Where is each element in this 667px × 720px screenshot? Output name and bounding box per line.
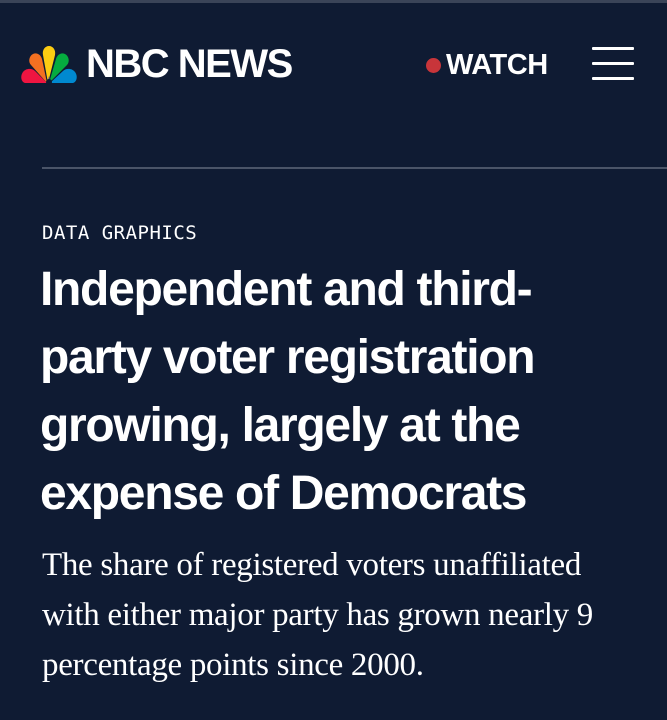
menu-bar-bottom xyxy=(592,77,634,80)
live-dot-icon xyxy=(426,58,441,73)
menu-bar-top xyxy=(592,47,634,50)
article-headline: Independent and third-party voter regist… xyxy=(40,263,536,520)
section-label[interactable]: DATA GRAPHICS xyxy=(42,222,197,244)
article-dek: The share of registered voters unaffilia… xyxy=(42,547,593,683)
hamburger-menu-icon[interactable] xyxy=(592,47,634,83)
watch-button[interactable]: WATCH xyxy=(426,51,548,80)
watch-label: WATCH xyxy=(446,49,548,81)
logo-wordmark: NBC NEWS xyxy=(86,42,293,86)
peacock-icon xyxy=(21,46,77,85)
nbc-news-logo[interactable]: NBC NEWS xyxy=(20,42,293,86)
header-divider xyxy=(42,167,667,169)
site-header: NBC NEWS WATCH xyxy=(0,3,667,123)
menu-bar-middle xyxy=(592,62,634,65)
